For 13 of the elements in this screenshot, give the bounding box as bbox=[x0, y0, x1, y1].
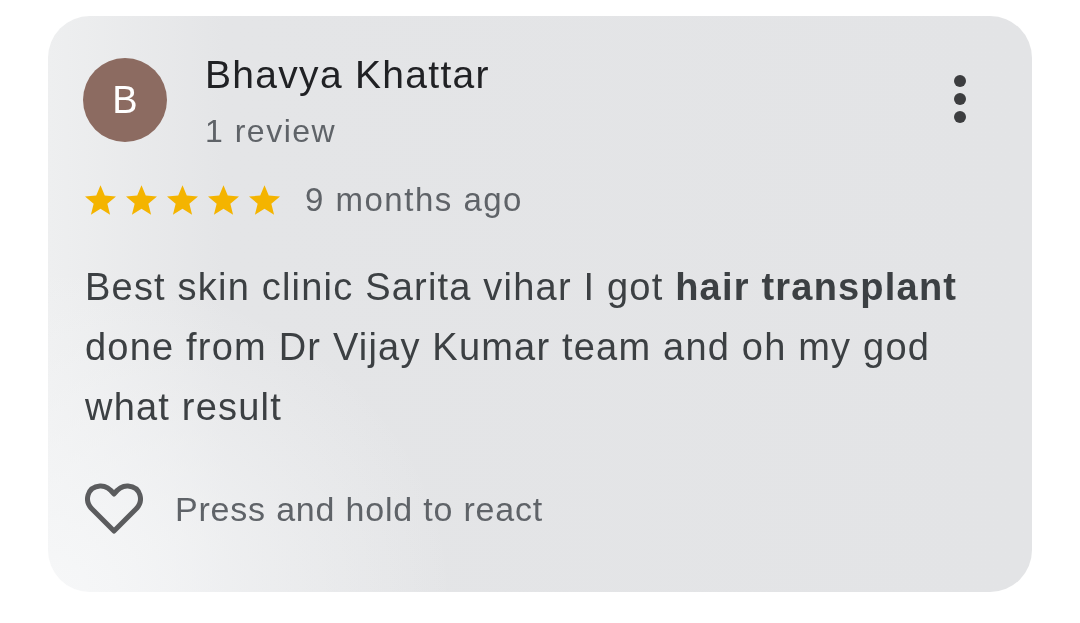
star-icon bbox=[126, 185, 157, 215]
reviewer-name: Bhavya Khattar bbox=[205, 53, 490, 97]
react-hint: Press and hold to react bbox=[175, 489, 544, 529]
star-icon bbox=[249, 185, 280, 215]
heart-icon[interactable] bbox=[85, 483, 143, 535]
review-count: 1 review bbox=[205, 112, 338, 151]
more-options-icon[interactable] bbox=[954, 75, 966, 123]
star-icon bbox=[208, 185, 239, 215]
star-icon bbox=[167, 185, 198, 215]
star-icon bbox=[85, 185, 116, 215]
review-text: Best skin clinic Sarita vihar I got hair transplant done from Dr Vijay Kumar team and oh my god what result bbox=[85, 265, 959, 430]
avatar: B bbox=[83, 58, 167, 142]
review-time: 9 months ago bbox=[305, 181, 523, 219]
